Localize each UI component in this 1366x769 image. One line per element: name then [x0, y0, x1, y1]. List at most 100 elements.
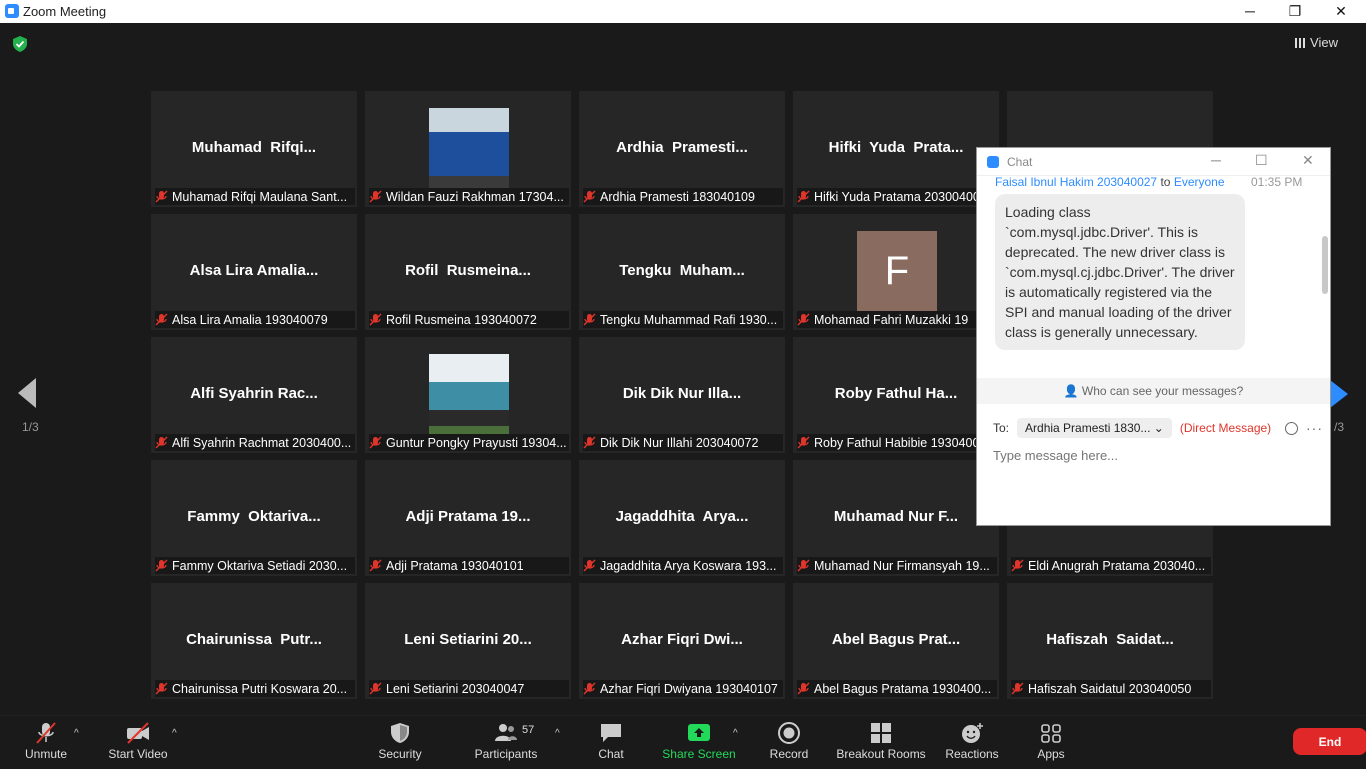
participant-tile[interactable]: Jagaddhita Arya... Jagaddhita Arya Koswar… [579, 460, 785, 576]
participant-tile[interactable]: Tengku Muham... Tengku Muhammad Rafi 1930… [579, 214, 785, 330]
video-options-caret-icon[interactable]: ^ [172, 728, 177, 739]
participant-display-name: Azhar Fiqri Dwi... [621, 631, 743, 648]
participants-options-caret-icon[interactable]: ^ [555, 728, 560, 739]
participant-display-name: Muhamad Rifqi... [191, 139, 317, 156]
more-options-icon[interactable]: ··· [1306, 420, 1323, 436]
participant-name-bar: Muhamad Rifqi Maulana Sant... [155, 188, 355, 205]
chat-maximize-button[interactable]: ☐ [1255, 152, 1268, 169]
zoom-app-icon [5, 4, 19, 18]
share-options-caret-icon[interactable]: ^ [733, 728, 738, 739]
unmute-button[interactable]: Unmute [20, 716, 72, 769]
participant-full-name: Hafiszah Saidatul 203040050 [1028, 681, 1192, 696]
participant-photo [429, 108, 509, 188]
chat-title: Chat [1007, 155, 1033, 169]
participant-tile[interactable]: Leni Setiarini 20... Leni Setiarini 20304… [365, 583, 571, 699]
encryption-shield-icon[interactable] [13, 36, 27, 52]
participant-full-name: Guntur Pongky Prayusti 19304... [386, 435, 567, 450]
chat-scrollbar[interactable] [1321, 178, 1329, 378]
meeting-area: View 1/3 /3 Muhamad Rifqi... Muhamad Rifq… [0, 23, 1366, 715]
security-label: Security [378, 747, 422, 761]
audio-options-caret-icon[interactable]: ^ [74, 728, 79, 739]
security-shield-icon [391, 723, 409, 743]
participant-display-name: Hafiszah Saidat... [1046, 631, 1174, 648]
emoji-icon[interactable] [1285, 421, 1298, 435]
chat-messages: Faisal Ibnul Hakim 203040027 to Everyone… [977, 176, 1320, 378]
record-icon [778, 722, 800, 744]
chat-minimize-button[interactable]: ─ [1211, 152, 1221, 168]
recipient-name: Everyone [1173, 176, 1225, 189]
chat-button[interactable]: Chat [594, 716, 628, 769]
muted-microphone-icon [36, 722, 56, 744]
participant-full-name: Alfi Syahrin Rachmat 2030400... [172, 435, 352, 450]
participant-tile[interactable]: Alsa Lira Amalia... Alsa Lira Amalia 1930… [151, 214, 357, 330]
muted-mic-icon [369, 436, 382, 449]
participant-tile[interactable]: Fammy Oktariva... Fammy Oktariva Setiadi … [151, 460, 357, 576]
participant-tile[interactable]: Azhar Fiqri Dwi... Azhar Fiqri Dwiyana 19… [579, 583, 785, 699]
participant-name-bar: Eldi Anugrah Pratama 203040... [1011, 557, 1211, 574]
title-bar: Zoom Meeting ─ ❐ ✕ [0, 0, 1366, 23]
participant-tile[interactable]: Wildan Fauzi Rakhman 17304... [365, 91, 571, 207]
participant-tile[interactable]: Rofil Rusmeina... Rofil Rusmeina 19304007… [365, 214, 571, 330]
participant-full-name: Dik Dik Nur Illahi 203040072 [600, 435, 759, 450]
start-video-button[interactable]: Start Video [104, 716, 172, 769]
muted-mic-icon [155, 436, 168, 449]
participant-tile[interactable]: F Mohamad Fahri Muzakki 19 [793, 214, 999, 330]
participant-display-name: Hifki Yuda Prata... [828, 139, 964, 156]
participant-display-name: Tengku Muham... [619, 262, 745, 279]
recipient-dropdown[interactable]: Ardhia Pramesti 1830... ⌄ [1017, 418, 1172, 438]
share-screen-button[interactable]: Share Screen [662, 716, 736, 769]
view-button[interactable]: View [1295, 35, 1338, 50]
participant-tile[interactable]: Muhamad Nur F... Muhamad Nur Firmansyah 1… [793, 460, 999, 576]
end-meeting-button[interactable]: End [1293, 728, 1366, 755]
muted-mic-icon [583, 682, 596, 695]
participant-tile[interactable]: Ardhia Pramesti... Ardhia Pramesti 183040… [579, 91, 785, 207]
participant-name-bar: Hifki Yuda Pratama 20300400 [797, 188, 997, 205]
apps-button[interactable]: Apps [1034, 716, 1068, 769]
chat-close-button[interactable]: ✕ [1302, 152, 1314, 169]
minimize-button[interactable]: ─ [1227, 0, 1273, 23]
participant-tile[interactable]: Muhamad Rifqi... Muhamad Rifqi Maulana Sa… [151, 91, 357, 207]
participant-full-name: Chairunissa Putri Koswara 20... [172, 681, 348, 696]
participant-name-bar: Mohamad Fahri Muzakki 19 [797, 311, 997, 328]
participant-tile[interactable]: Hafiszah Saidat... Hafiszah Saidatul 2030… [1007, 583, 1213, 699]
participant-name-bar: Guntur Pongky Prayusti 19304... [369, 434, 569, 451]
muted-mic-icon [797, 559, 810, 572]
record-button[interactable]: Record [768, 716, 810, 769]
participant-tile[interactable]: Chairunissa Putr... Chairunissa Putri Kos… [151, 583, 357, 699]
participant-photo [429, 354, 509, 434]
participant-tile[interactable]: Hifki Yuda Prata... Hifki Yuda Pratama 20… [793, 91, 999, 207]
participant-tile[interactable]: Dik Dik Nur Illa... Dik Dik Nur Illahi 20… [579, 337, 785, 453]
participant-display-name: Ardhia Pramesti... [616, 139, 748, 156]
participant-name-bar: Ardhia Pramesti 183040109 [583, 188, 783, 205]
chat-window: Chat ─ ☐ ✕ Faisal Ibnul Hakim 203040027 … [976, 147, 1331, 526]
participant-tile[interactable]: Guntur Pongky Prayusti 19304... [365, 337, 571, 453]
video-off-icon [127, 722, 149, 744]
breakout-rooms-button[interactable]: Breakout Rooms [836, 716, 926, 769]
muted-mic-icon [583, 436, 596, 449]
sender-name[interactable]: Faisal Ibnul Hakim 203040027 [995, 176, 1157, 189]
muted-mic-icon [155, 313, 168, 326]
who-can-see-link[interactable]: 👤 Who can see your messages? [977, 378, 1330, 404]
next-page-arrow-icon[interactable] [1330, 380, 1348, 408]
recipient-row: To: Ardhia Pramesti 1830... ⌄ (Direct Me… [993, 418, 1323, 438]
maximize-button[interactable]: ❐ [1272, 0, 1318, 23]
chat-message-input[interactable] [993, 448, 1313, 463]
participant-tile[interactable]: Adji Pratama 19... Adji Pratama 193040101 [365, 460, 571, 576]
participant-display-name: Jagaddhita Arya... [615, 508, 749, 525]
share-screen-label: Share Screen [662, 747, 736, 761]
muted-mic-icon [155, 682, 168, 695]
participant-tile[interactable]: Abel Bagus Prat... Abel Bagus Pratama 193… [793, 583, 999, 699]
scrollbar-thumb[interactable] [1322, 236, 1328, 294]
participant-display-name: Adji Pratama 19... [405, 508, 531, 525]
prev-page-arrow-icon[interactable] [18, 378, 38, 408]
chat-bubble-icon [601, 724, 621, 742]
participant-name-bar: Abel Bagus Pratama 1930400... [797, 680, 997, 697]
reactions-button[interactable]: Reactions [944, 716, 1000, 769]
security-button[interactable]: Security [372, 716, 428, 769]
participant-name-bar: Chairunissa Putri Koswara 20... [155, 680, 355, 697]
unmute-label: Unmute [24, 747, 68, 761]
participant-tile[interactable]: Roby Fathul Ha... Roby Fathul Habibie 193… [793, 337, 999, 453]
muted-mic-icon [797, 190, 810, 203]
close-button[interactable]: ✕ [1318, 0, 1364, 23]
participant-tile[interactable]: Alfi Syahrin Rac... Alfi Syahrin Rachmat … [151, 337, 357, 453]
